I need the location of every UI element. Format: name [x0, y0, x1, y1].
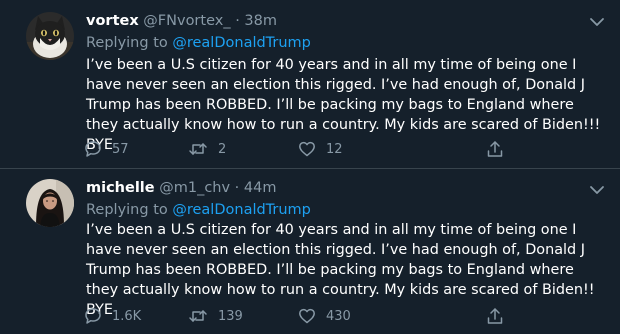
separator-dot: ·: [235, 13, 240, 29]
display-name[interactable]: michelle: [86, 180, 155, 196]
replying-to-label: Replying to: [86, 35, 168, 51]
tweet-actions: 57 2 12: [84, 138, 514, 160]
retweet-count: 2: [218, 141, 227, 157]
share-button[interactable]: [486, 138, 504, 160]
share-icon: [487, 141, 503, 157]
tweet-thread: vortex @FNvortex_ · 38m Replying to @rea…: [0, 0, 620, 334]
avatar[interactable]: [26, 12, 74, 60]
reply-icon: [85, 308, 101, 324]
heart-icon: [299, 308, 315, 324]
chevron-down-icon: [590, 186, 604, 194]
tweet[interactable]: michelle @m1_chv · 44m Replying to @real…: [0, 169, 620, 334]
avatar[interactable]: [26, 179, 74, 227]
retweet-button[interactable]: 139: [188, 305, 243, 327]
person-avatar-icon: [26, 179, 74, 227]
user-handle[interactable]: @FNvortex_: [143, 13, 230, 29]
tweet[interactable]: vortex @FNvortex_ · 38m Replying to @rea…: [0, 0, 620, 168]
more-options-button[interactable]: [588, 14, 606, 28]
like-count: 12: [326, 141, 343, 157]
separator-dot: ·: [234, 180, 240, 196]
retweet-icon: [189, 310, 207, 322]
share-icon: [487, 308, 503, 324]
replying-to: Replying to @realDonaldTrump: [86, 34, 311, 52]
reply-button[interactable]: 57: [84, 138, 129, 160]
tweet-header: michelle @m1_chv · 44m: [86, 179, 276, 197]
replying-to-label: Replying to: [86, 202, 168, 218]
replying-to: Replying to @realDonaldTrump: [86, 201, 311, 219]
reply-button[interactable]: 1.6K: [84, 305, 141, 327]
share-button[interactable]: [486, 305, 504, 327]
tweet-time[interactable]: 44m: [244, 180, 277, 196]
reply-count: 57: [112, 141, 129, 157]
like-button[interactable]: 12: [298, 138, 343, 160]
retweet-count: 139: [218, 308, 243, 324]
replying-to-link[interactable]: @realDonaldTrump: [172, 35, 311, 51]
tweet-actions: 1.6K 139 430: [84, 305, 514, 327]
like-button[interactable]: 430: [298, 305, 351, 327]
display-name[interactable]: vortex: [86, 13, 139, 29]
retweet-button[interactable]: 2: [188, 138, 226, 160]
replying-to-link[interactable]: @realDonaldTrump: [172, 202, 311, 218]
retweet-icon: [189, 143, 207, 155]
like-count: 430: [326, 308, 351, 324]
chevron-down-icon: [590, 18, 604, 26]
reply-icon: [85, 141, 101, 157]
more-options-button[interactable]: [588, 182, 606, 196]
reply-count: 1.6K: [112, 308, 142, 324]
user-handle[interactable]: @m1_chv: [159, 180, 230, 196]
tweet-header: vortex @FNvortex_ · 38m: [86, 12, 277, 30]
cat-avatar-icon: [26, 12, 74, 60]
heart-icon: [299, 141, 315, 157]
tweet-time[interactable]: 38m: [244, 13, 277, 29]
